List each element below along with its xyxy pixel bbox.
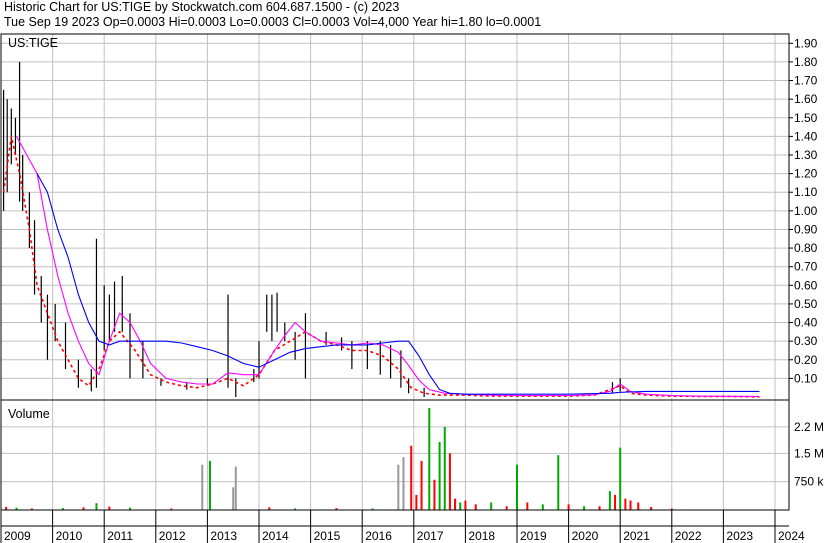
year-tick-label: 2012 [159, 529, 186, 543]
volume-bar [614, 494, 617, 510]
volume-bar [505, 506, 508, 510]
price-panel-frame [0, 33, 790, 401]
price-tick-label: 0.70 [794, 260, 818, 274]
volume-bar [415, 494, 418, 510]
volume-bar [598, 506, 601, 510]
volume-bar [516, 464, 518, 510]
price-tick-label: 1.70 [794, 74, 818, 88]
price-tick-label: 1.10 [794, 185, 818, 199]
year-tick-label: 2024 [778, 529, 805, 543]
volume-bar [619, 447, 622, 510]
volume-bar [474, 504, 477, 510]
year-tick-label: 2009 [4, 529, 31, 543]
price-grid [0, 34, 789, 400]
volume-bars [5, 408, 673, 510]
volume-bar [428, 408, 431, 510]
panel-frames [0, 33, 790, 511]
volume-bar [567, 504, 570, 510]
volume-axis: 2.2 M 1.5 M 750 k [794, 420, 824, 489]
year-tick-label: 2020 [572, 529, 599, 543]
volume-bar [438, 442, 441, 510]
year-tick-label: 2018 [468, 529, 495, 543]
volume-bar [624, 498, 627, 510]
year-tick-label: 2022 [675, 529, 702, 543]
stock-chart: 1.90 1.80 1.70 1.60 1.50 1.40 1.30 1.20 1.10 1.00… [0, 33, 824, 543]
year-tick-label: 2013 [210, 529, 237, 543]
volume-bar [208, 460, 211, 510]
volume-bar [108, 506, 111, 510]
volume-tick-label: 750 k [794, 475, 824, 489]
volume-tick-label: 1.5 M [794, 446, 824, 460]
price-panel-label: US:TIGE [8, 36, 58, 50]
year-tick-label: 2016 [365, 529, 392, 543]
price-tick-label: 0.20 [794, 353, 818, 367]
price-tick-label: 1.50 [794, 111, 818, 125]
price-tick-label: 1.60 [794, 92, 818, 106]
year-tick-label: 2010 [56, 529, 83, 543]
volume-bar [410, 445, 413, 510]
series-line-ma_long [36, 173, 760, 395]
volume-bar [464, 500, 467, 510]
price-tick-label: 1.80 [794, 55, 818, 69]
volume-bar [608, 491, 611, 510]
volume-bar [234, 466, 237, 510]
year-tick-label: 2014 [262, 529, 289, 543]
year-tick-label: 2017 [417, 529, 444, 543]
price-tick-label: 0.90 [794, 222, 818, 236]
price-tick-label: 1.20 [794, 167, 818, 181]
year-tick-label: 2015 [314, 529, 341, 543]
year-tick-label: 2019 [520, 529, 547, 543]
price-axis: 1.90 1.80 1.70 1.60 1.50 1.40 1.30 1.20 1.10 1.00… [789, 36, 818, 385]
year-tick-label: 2023 [726, 529, 753, 543]
volume-bar [459, 502, 462, 510]
volume-bar [526, 502, 529, 510]
volume-panel-frame [0, 399, 790, 511]
volume-panel-label: Volume [8, 407, 50, 421]
volume-bar [490, 502, 493, 510]
price-tick-label: 0.60 [794, 278, 818, 292]
price-tick-label: 1.30 [794, 148, 818, 162]
price-tick-label: 1.90 [794, 36, 818, 50]
price-tick-label: 1.40 [794, 129, 818, 143]
volume-bar [448, 453, 451, 510]
price-tick-label: 0.50 [794, 297, 818, 311]
volume-bar [420, 460, 423, 510]
price-tick-label: 0.30 [794, 334, 818, 348]
volume-bar [397, 464, 400, 510]
volume-bar [95, 503, 98, 510]
volume-bar [541, 504, 544, 510]
volume-bar [201, 464, 204, 510]
volume-grid [0, 400, 789, 510]
volume-bar [433, 479, 436, 510]
volume-bar [454, 498, 457, 510]
year-tick-label: 2011 [107, 529, 133, 543]
volume-bar [232, 487, 235, 510]
volume-bar [629, 500, 632, 510]
volume-tick-label: 2.2 M [794, 420, 824, 434]
price-tick-label: 1.00 [794, 204, 818, 218]
price-tick-label: 0.80 [794, 241, 818, 255]
volume-bar [583, 506, 586, 510]
year-tick-label: 2021 [623, 529, 650, 543]
year-axis: 2009 2010 2011 2012 2013 2014 2015 2016 2017 2018… [0, 510, 805, 543]
volume-bar [443, 426, 446, 510]
volume-bar [402, 457, 405, 510]
volume-bar [557, 455, 560, 510]
price-tick-label: 0.10 [794, 371, 818, 385]
volume-bar [637, 502, 640, 510]
price-tick-label: 0.40 [794, 316, 818, 330]
